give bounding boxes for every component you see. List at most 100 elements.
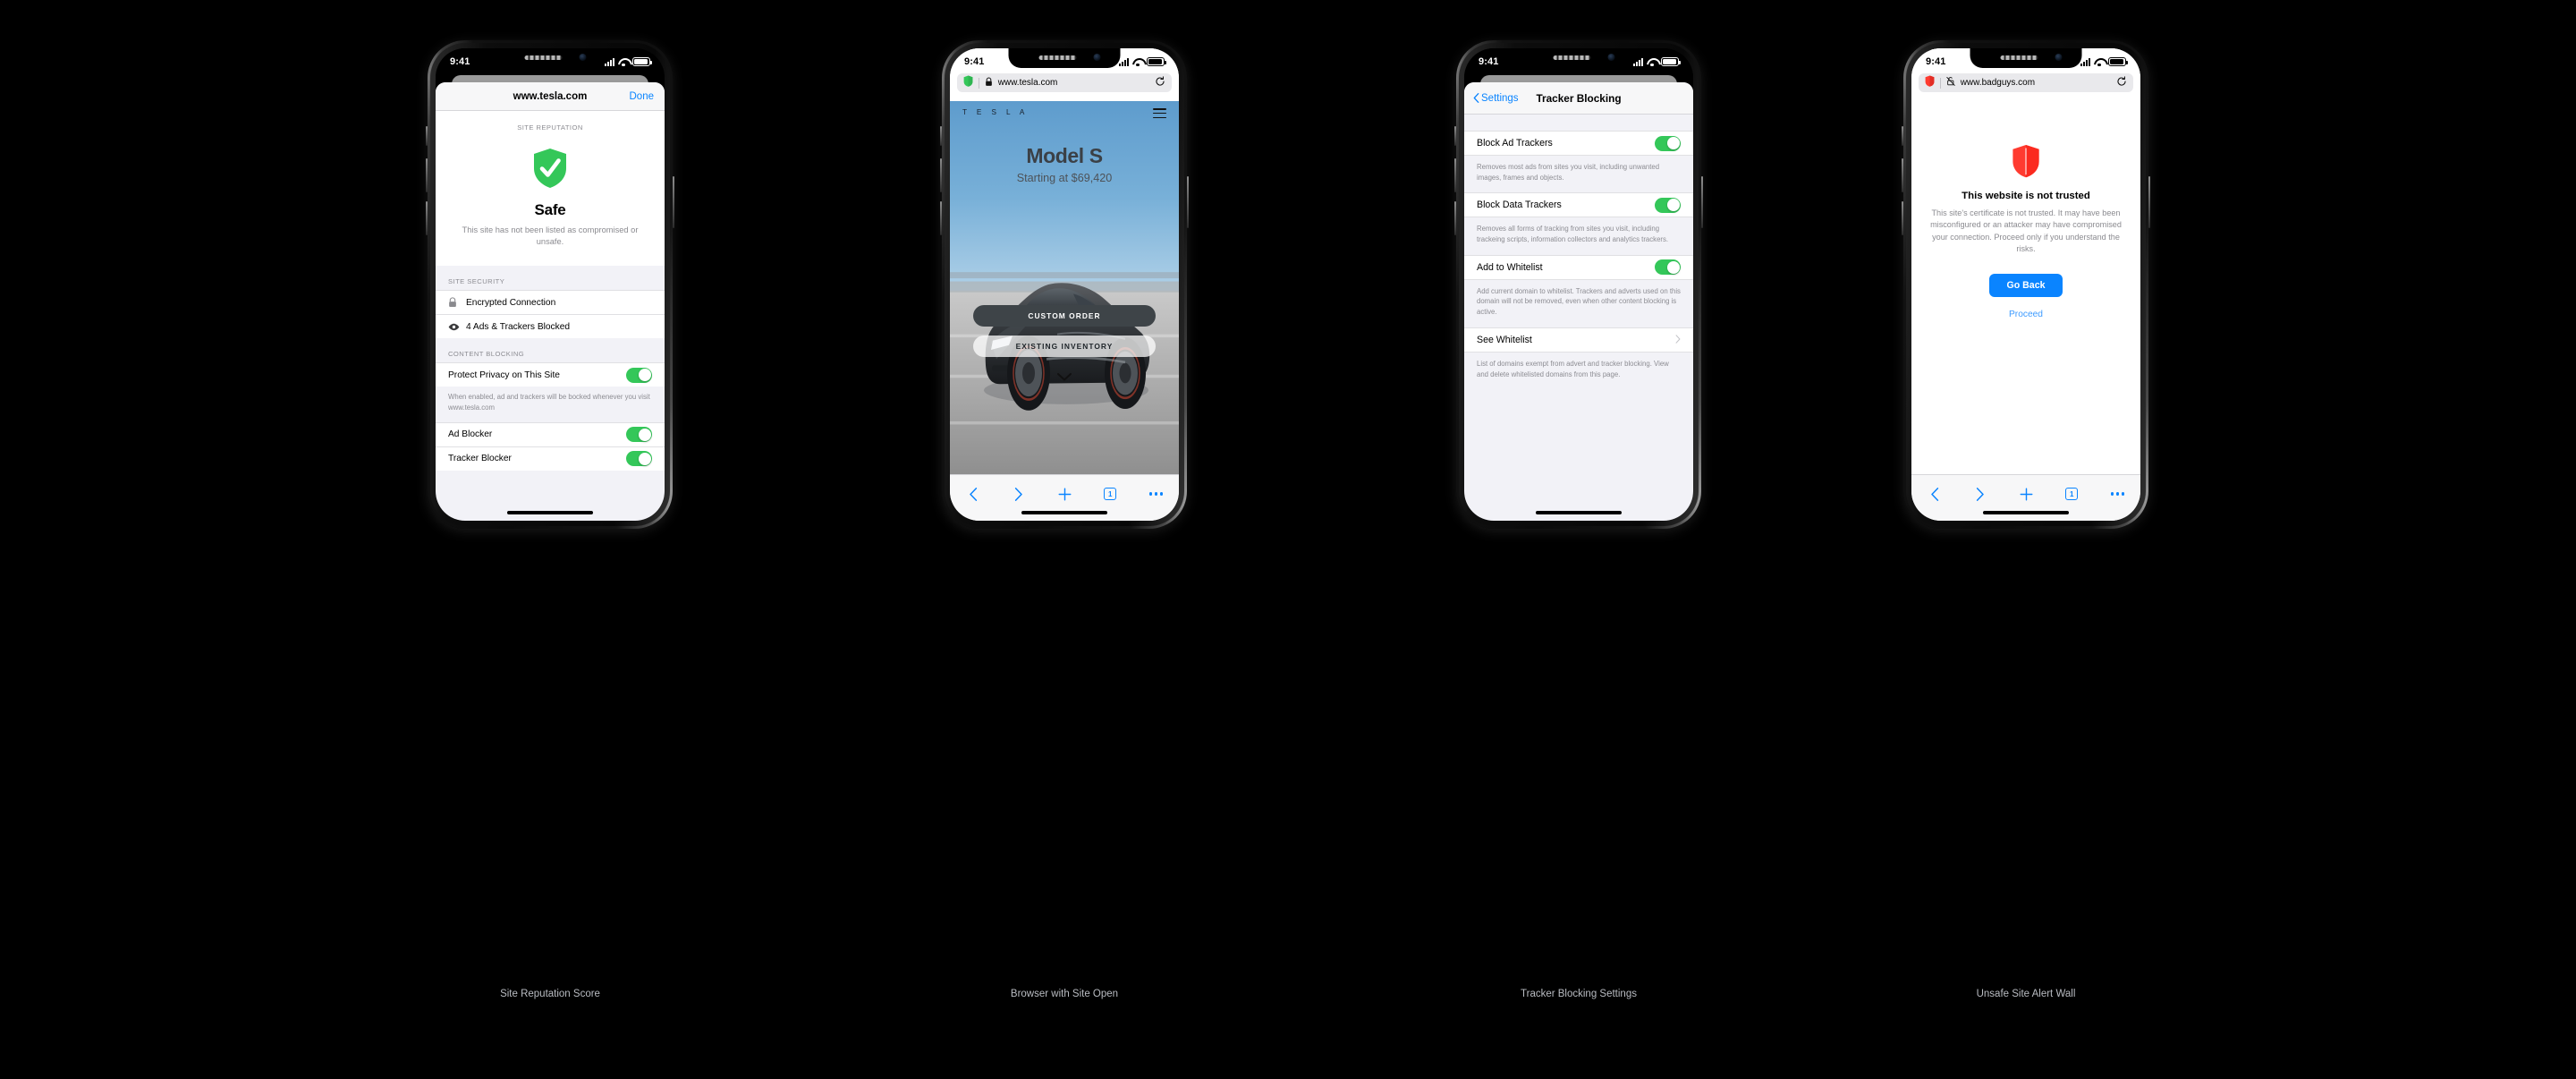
site-reputation-label: SITE REPUTATION [517, 123, 583, 132]
block-data-trackers-toggle[interactable] [1655, 197, 1681, 213]
volume-down-button[interactable] [1454, 201, 1456, 235]
phone-mockup-tracker-settings: 9:41 Settings Tracker Blocking Block Ad … [1454, 40, 1703, 529]
shield-icon[interactable] [963, 74, 973, 91]
row-label: 4 Ads & Trackers Blocked [466, 321, 571, 332]
forward-icon[interactable] [1957, 485, 2003, 503]
mute-switch[interactable] [426, 126, 428, 146]
status-icons [605, 57, 652, 66]
power-button[interactable] [1701, 176, 1703, 228]
row-encrypted-connection[interactable]: Encrypted Connection [436, 290, 665, 315]
phone-screen: 9:41 Settings Tracker Blocking Block Ad … [1464, 48, 1693, 521]
untrusted-site-wall: This website is not trusted This site's … [1911, 101, 2140, 474]
wifi-icon [1647, 58, 1657, 66]
protect-privacy-toggle[interactable] [626, 367, 652, 383]
home-indicator[interactable] [507, 511, 593, 514]
earpiece-speaker [1553, 55, 1591, 60]
more-icon[interactable] [2095, 485, 2140, 503]
phone-screen: 9:41 www.badguys.com This website is not… [1911, 48, 2140, 521]
address-bar[interactable]: www.tesla.com [957, 73, 1172, 92]
row-label: Protect Privacy on This Site [448, 370, 560, 380]
row-ads-trackers-blocked[interactable]: 4 Ads & Trackers Blocked [436, 314, 665, 339]
notch [1970, 48, 2082, 68]
notch [1522, 48, 1635, 68]
row-block-ad-trackers[interactable]: Block Ad Trackers [1464, 131, 1693, 156]
volume-down-button[interactable] [940, 201, 942, 235]
navigation-header: Settings Tracker Blocking [1464, 82, 1693, 115]
wifi-icon [1132, 58, 1143, 66]
tracker-blocker-toggle[interactable] [626, 451, 652, 467]
row-ad-blocker[interactable]: Ad Blocker [436, 421, 665, 446]
warning-body: This site's certificate is not trusted. … [1930, 208, 2122, 254]
caption-browser: Browser with Site Open [1010, 989, 1119, 999]
row-label: Block Ad Trackers [1477, 138, 1553, 149]
row-see-whitelist[interactable]: See Whitelist [1464, 327, 1693, 353]
back-icon[interactable] [1911, 485, 1957, 503]
more-icon[interactable] [1133, 485, 1179, 503]
plus-icon[interactable] [2003, 485, 2048, 503]
screen-content: Settings Tracker Blocking Block Ad Track… [1464, 48, 1693, 521]
shield-icon[interactable] [1925, 74, 1935, 91]
row-add-to-whitelist[interactable]: Add to Whitelist [1464, 254, 1693, 280]
tab-count-button[interactable]: 1 [2049, 485, 2095, 503]
block-ad-trackers-description: Removes most ads from sites you visit, i… [1477, 163, 1660, 182]
tesla-website: T E S L A Model S Starting at $69,420 CU… [950, 101, 1179, 474]
plus-icon[interactable] [1041, 485, 1087, 503]
home-indicator[interactable] [1983, 511, 2069, 514]
volume-up-button[interactable] [1902, 158, 1903, 192]
row-label: Tracker Blocker [448, 454, 512, 464]
proceed-link[interactable]: Proceed [1926, 310, 2126, 319]
mute-switch[interactable] [940, 126, 942, 146]
reload-icon[interactable] [1155, 76, 1165, 89]
chevron-down-icon[interactable] [1057, 370, 1072, 381]
settings-top-spacer [1464, 115, 1693, 131]
front-camera [2055, 54, 2063, 61]
go-back-button[interactable]: Go Back [1988, 273, 2063, 297]
forward-icon[interactable] [996, 485, 1041, 503]
custom-order-button[interactable]: CUSTOM ORDER [973, 305, 1156, 327]
row-tracker-blocker[interactable]: Tracker Blocker [436, 446, 665, 471]
see-whitelist-description: List of domains exempt from advert and t… [1477, 359, 1669, 378]
battery-icon [1661, 57, 1681, 66]
volume-up-button[interactable] [426, 158, 428, 192]
done-button[interactable]: Done [630, 91, 655, 102]
home-indicator[interactable] [1021, 511, 1107, 514]
volume-up-button[interactable] [1454, 158, 1456, 192]
volume-up-button[interactable] [940, 158, 942, 192]
earpiece-speaker [2000, 55, 2038, 60]
hamburger-icon[interactable] [1153, 108, 1166, 121]
volume-down-button[interactable] [426, 201, 428, 235]
power-button[interactable] [2148, 176, 2150, 228]
mute-switch[interactable] [1902, 126, 1903, 146]
add-to-whitelist-toggle[interactable] [1655, 259, 1681, 276]
row-block-data-trackers[interactable]: Block Data Trackers [1464, 192, 1693, 218]
ad-blocker-toggle[interactable] [626, 427, 652, 443]
front-camera [1093, 54, 1101, 61]
eye-icon [448, 323, 466, 331]
notch [494, 48, 606, 68]
sheet-title: www.tesla.com [513, 90, 588, 102]
chevron-left-icon [1473, 93, 1479, 103]
power-button[interactable] [1187, 176, 1189, 228]
reload-icon[interactable] [2116, 76, 2127, 89]
volume-down-button[interactable] [1902, 201, 1903, 235]
status-time: 9:41 [1926, 56, 1946, 67]
site-security-label: SITE SECURITY [448, 277, 505, 286]
back-icon[interactable] [950, 485, 996, 503]
back-to-settings-button[interactable]: Settings [1473, 93, 1519, 104]
mute-switch[interactable] [1454, 126, 1456, 146]
existing-inventory-button[interactable]: EXISTING INVENTORY [973, 336, 1156, 357]
phone-screen: 9:41 www.tesla.com T E S L A Model S Sta… [950, 48, 1179, 521]
address-bar-url[interactable]: www.badguys.com [1961, 78, 2111, 88]
battery-icon [2108, 57, 2128, 66]
address-bar-url[interactable]: www.tesla.com [998, 78, 1149, 88]
warning-title: This website is not trusted [1962, 191, 2090, 201]
home-indicator[interactable] [1536, 511, 1622, 514]
lock-icon [448, 297, 466, 308]
status-icons [1633, 57, 1681, 66]
address-bar[interactable]: www.badguys.com [1919, 73, 2133, 92]
tab-count-label: 1 [2065, 488, 2079, 500]
tab-count-button[interactable]: 1 [1088, 485, 1133, 503]
power-button[interactable] [673, 176, 674, 228]
block-ad-trackers-toggle[interactable] [1655, 135, 1681, 151]
row-protect-privacy[interactable]: Protect Privacy on This Site [436, 362, 665, 387]
